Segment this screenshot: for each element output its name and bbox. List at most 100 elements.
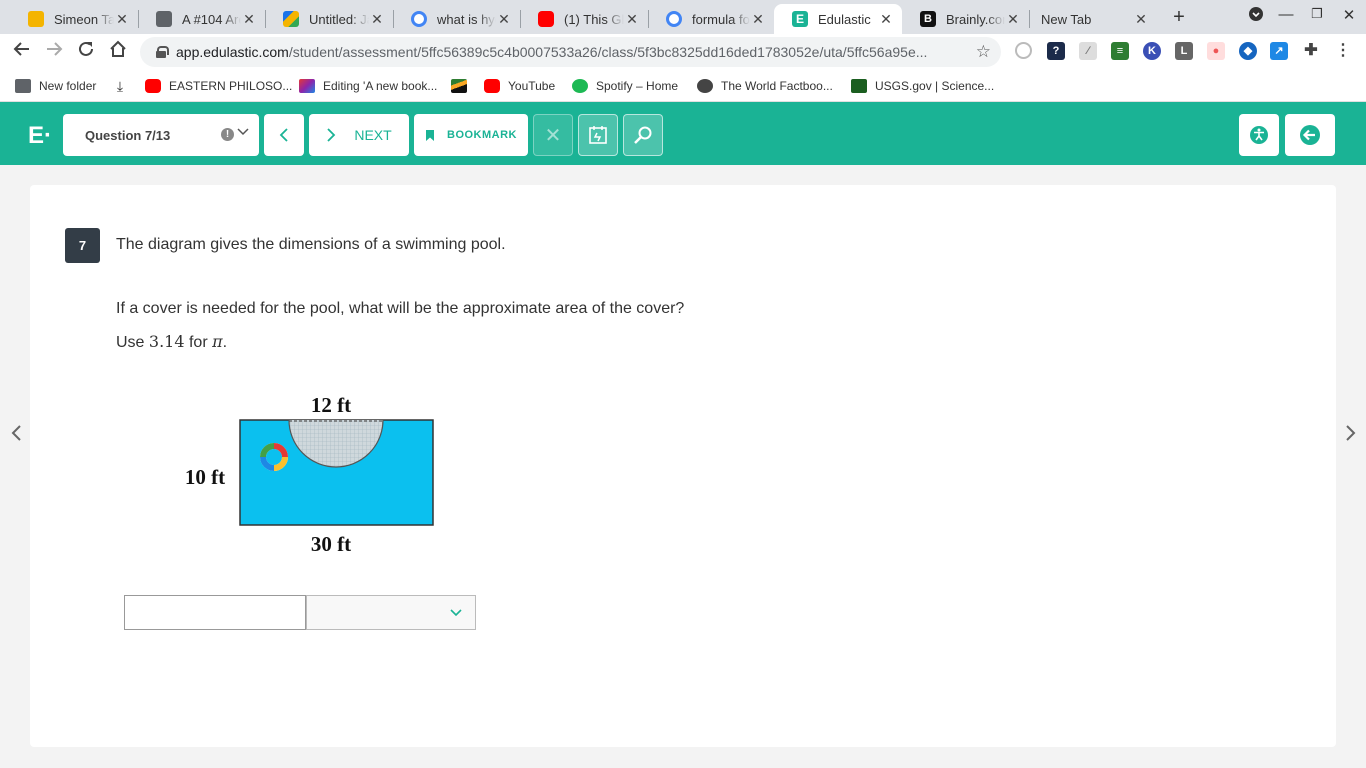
- edulastic-logo: E·: [28, 122, 52, 149]
- bookmark-download[interactable]: ⤓: [112, 76, 136, 96]
- close-tab-icon[interactable]: ✕: [241, 11, 257, 28]
- address-bar[interactable]: app.edulastic.com/student/assessment/5ff…: [140, 37, 1001, 67]
- new-tab-icon[interactable]: +: [1168, 6, 1190, 29]
- close-tab-icon[interactable]: ✕: [1005, 11, 1021, 28]
- close-tab-icon[interactable]: ✕: [624, 11, 640, 28]
- exit-arrow-icon: [1300, 125, 1320, 145]
- lock-icon: [156, 46, 169, 58]
- bookmark-editing-book[interactable]: Editing 'A new book...: [299, 76, 437, 96]
- eliminate-answer-button[interactable]: ✕: [533, 114, 573, 156]
- browser-tab[interactable]: Simeon Tav ✕: [10, 4, 138, 34]
- question-selector[interactable]: Question 7/13 !: [63, 114, 259, 156]
- browser-tab[interactable]: B Brainly.com ✕: [902, 4, 1029, 34]
- question-stem: The diagram gives the dimensions of a sw…: [116, 236, 506, 253]
- chevron-down-icon: [237, 125, 249, 140]
- question-number-badge: 7: [65, 228, 100, 263]
- extension-k-icon[interactable]: K: [1143, 42, 1161, 60]
- bookmark-folder[interactable]: New folder: [15, 76, 96, 96]
- youtube-icon: [145, 79, 161, 93]
- close-tab-icon[interactable]: ✕: [369, 11, 385, 28]
- browser-tab[interactable]: formula for ✕: [648, 4, 774, 34]
- browser-tab[interactable]: A #104 Are ✕: [138, 4, 265, 34]
- usgs-icon: [851, 79, 867, 93]
- extensions-puzzle-icon[interactable]: ✚: [1302, 42, 1320, 60]
- bookmark-star-icon[interactable]: ☆: [976, 42, 991, 62]
- browser-tab[interactable]: what is hyd ✕: [393, 4, 520, 34]
- previous-page-arrow-icon[interactable]: [6, 424, 26, 448]
- answer-input[interactable]: [124, 595, 306, 630]
- extension-bulb-icon[interactable]: ?: [1047, 42, 1065, 60]
- next-question-button[interactable]: NEXT: [309, 114, 409, 156]
- spotify-icon: [572, 79, 588, 93]
- extension-record-icon[interactable]: ●: [1207, 42, 1225, 60]
- close-icon: ✕: [544, 124, 562, 147]
- browser-tab[interactable]: (1) This Glit ✕: [520, 4, 648, 34]
- extension-timer-icon[interactable]: [1015, 42, 1032, 59]
- back-icon[interactable]: [10, 40, 34, 64]
- previous-question-button[interactable]: [264, 114, 304, 156]
- extension-shield-icon[interactable]: ◆: [1239, 42, 1257, 60]
- youtube-icon: [538, 11, 554, 27]
- forward-icon[interactable]: [42, 40, 66, 64]
- scratchpad-icon: [589, 126, 607, 144]
- browser-tab-strip: Simeon Tav ✕ A #104 Are ✕ Untitled: Ja ✕…: [0, 0, 1366, 34]
- assessment-header: E· Question 7/13 ! NEXT BOOKMARK ✕: [0, 102, 1366, 165]
- pi-instruction: Use 3.14 for π.: [116, 332, 228, 351]
- exit-test-button[interactable]: [1285, 114, 1335, 156]
- side-dimension-label: 10 ft: [185, 465, 225, 489]
- unit-select[interactable]: [306, 595, 476, 630]
- close-tab-icon[interactable]: ✕: [114, 11, 130, 28]
- drive-icon: [283, 11, 299, 27]
- accessibility-icon: [1250, 126, 1268, 144]
- chevron-left-icon: [279, 128, 288, 142]
- extension-new-icon[interactable]: ↗: [1270, 42, 1288, 60]
- book-editor-icon: [299, 79, 315, 93]
- edulastic-icon: E: [792, 11, 808, 27]
- scratchpad-button[interactable]: [578, 114, 618, 156]
- download-icon: ⤓: [116, 78, 124, 94]
- folder-icon: [15, 79, 31, 93]
- close-window-icon[interactable]: ✕: [1339, 6, 1359, 24]
- question-card: 7 The diagram gives the dimensions of a …: [30, 185, 1336, 747]
- browser-tab[interactable]: New Tab ✕: [1029, 4, 1157, 34]
- browser-toolbar: app.edulastic.com/student/assessment/5ff…: [0, 34, 1366, 70]
- pool-diagram-image: 12 ft 10 ft 30 ft: [185, 393, 434, 556]
- close-tab-icon[interactable]: ✕: [750, 11, 766, 28]
- bookmark-usgs[interactable]: USGS.gov | Science...: [851, 76, 994, 96]
- browser-tab[interactable]: Untitled: Ja ✕: [265, 4, 393, 34]
- youtube-icon: [484, 79, 500, 93]
- magnifier-button[interactable]: [623, 114, 663, 156]
- minimize-icon[interactable]: —: [1276, 6, 1296, 23]
- close-tab-icon[interactable]: ✕: [1133, 11, 1149, 28]
- flag-icon: [451, 79, 467, 93]
- browser-menu-icon[interactable]: ⋮: [1334, 42, 1352, 60]
- alert-icon: !: [221, 128, 234, 141]
- bookmark-flag[interactable]: [451, 76, 475, 96]
- bookmark-eastern-philosophy[interactable]: EASTERN PHILOSO...: [145, 76, 292, 96]
- accessibility-button[interactable]: [1239, 114, 1279, 156]
- extension-pen-icon[interactable]: ∕: [1079, 42, 1097, 60]
- extension-cast-icon[interactable]: ≡: [1111, 42, 1129, 60]
- bookmark-world-factbook[interactable]: The World Factboo...: [697, 76, 833, 96]
- google-icon: [666, 11, 682, 27]
- bookmark-icon: [426, 129, 434, 141]
- next-page-arrow-icon[interactable]: [1341, 424, 1361, 448]
- bookmarks-bar: New folder ⤓ EASTERN PHILOSO... Editing …: [0, 70, 1366, 102]
- close-tab-icon[interactable]: ✕: [496, 11, 512, 28]
- home-icon[interactable]: [106, 40, 130, 64]
- google-icon: [411, 11, 427, 27]
- bottom-dimension-label: 30 ft: [311, 532, 351, 556]
- restore-icon[interactable]: ❐: [1307, 6, 1327, 22]
- browser-tab-active[interactable]: E Edulastic ✕: [774, 4, 902, 34]
- pool-diagram: 12 ft 10 ft 30 ft: [170, 385, 450, 565]
- classroom-icon: [156, 11, 172, 27]
- bookmark-youtube[interactable]: YouTube: [484, 76, 555, 96]
- bookmark-spotify[interactable]: Spotify – Home: [572, 76, 678, 96]
- brainly-icon: B: [920, 11, 936, 27]
- close-tab-icon[interactable]: ✕: [878, 11, 894, 28]
- tab-search-icon[interactable]: [1246, 6, 1266, 26]
- chevron-down-icon: [449, 605, 463, 622]
- bookmark-question-button[interactable]: BOOKMARK: [414, 114, 528, 156]
- reload-icon[interactable]: [74, 40, 98, 64]
- extension-l-icon[interactable]: L: [1175, 42, 1193, 60]
